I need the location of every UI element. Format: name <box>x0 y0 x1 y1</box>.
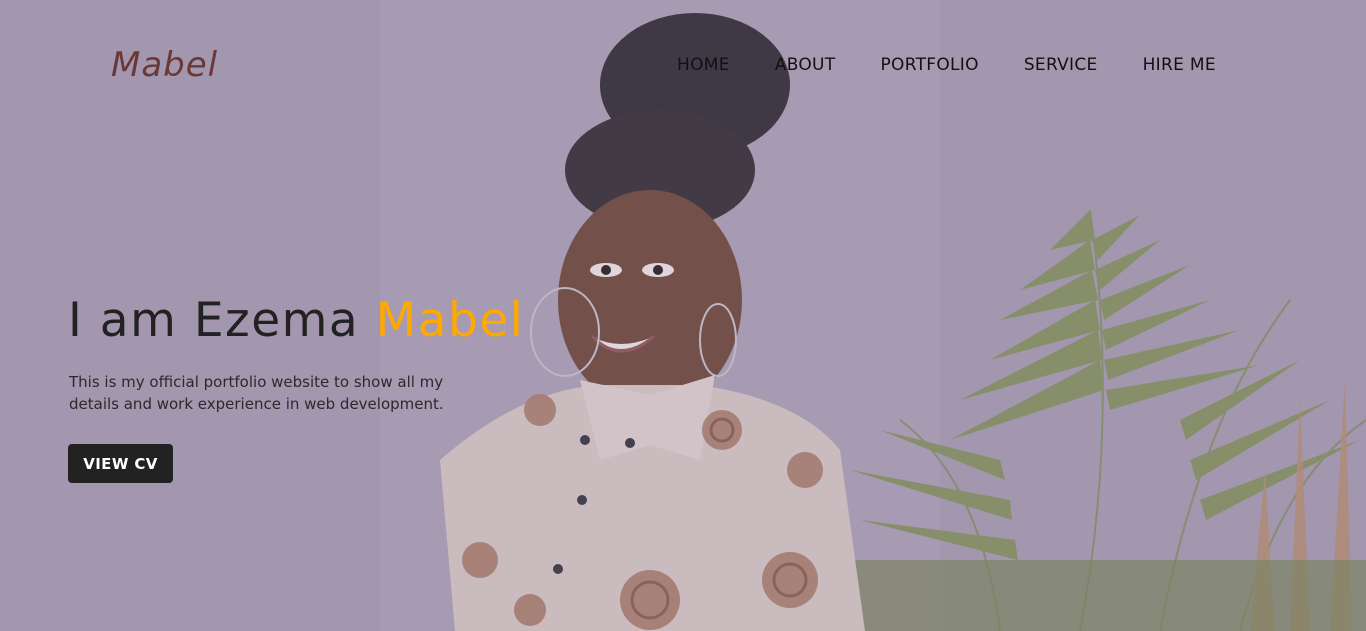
hero-description: This is my official portfolio website to… <box>69 373 444 413</box>
hero-section: Mabel HOME ABOUT PORTFOLIO SERVICE HIRE … <box>0 0 1366 631</box>
hero-headline: I am Ezema Mabel <box>68 293 524 348</box>
nav-home-link[interactable]: HOME <box>677 55 730 75</box>
main-navigation: HOME ABOUT PORTFOLIO SERVICE HIRE ME <box>677 55 1216 75</box>
nav-about-link[interactable]: ABOUT <box>775 55 836 75</box>
nav-portfolio-link[interactable]: PORTFOLIO <box>880 55 978 75</box>
nav-service-link[interactable]: SERVICE <box>1024 55 1098 75</box>
site-logo[interactable]: Mabel <box>111 45 218 85</box>
headline-accent-name: Mabel <box>375 293 525 348</box>
headline-prefix: I am Ezema <box>68 293 376 348</box>
view-cv-button[interactable]: VIEW CV <box>68 444 173 483</box>
nav-hire-me-link[interactable]: HIRE ME <box>1143 55 1216 75</box>
